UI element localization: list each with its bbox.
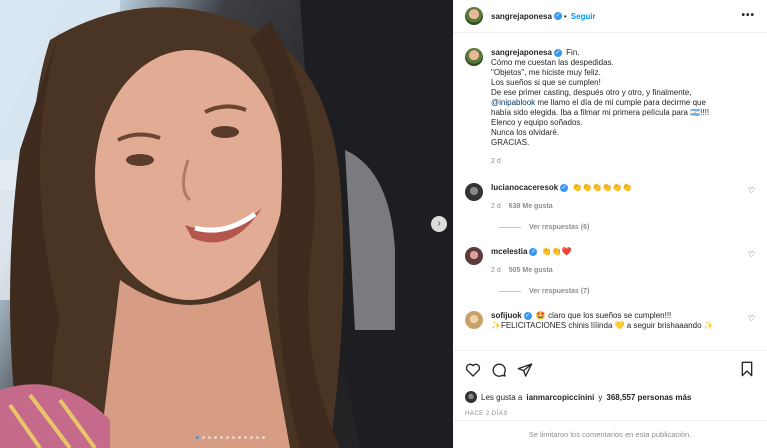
likes-user-link[interactable]: ianmarcopiccinini: [526, 393, 594, 402]
comments-closed-notice: Se limitaron los comentarios en esta pub…: [453, 420, 767, 448]
verified-icon: ✓: [553, 12, 562, 20]
bookmark-icon[interactable]: [739, 361, 755, 377]
carousel-dot: [232, 436, 235, 439]
carousel-dot: [256, 436, 259, 439]
view-replies-label: Ver respuestas (7): [529, 288, 590, 295]
carousel-dot: [202, 436, 205, 439]
replies-divider: [499, 291, 521, 292]
caption-line: "Objetos", me hiciste muy feliz.: [491, 68, 601, 77]
comment-username[interactable]: sofijuok: [491, 311, 522, 320]
post-timestamp[interactable]: HACE 2 DÍAS: [465, 411, 755, 417]
view-replies-button[interactable]: Ver respuestas (7): [499, 288, 755, 295]
comment-username[interactable]: mcelestia: [491, 247, 527, 256]
post-header: sangrejaponesa ✓ • Seguir •••: [453, 0, 767, 33]
caption-line: Los sueños si que se cumplen!: [491, 78, 601, 87]
comments-list[interactable]: sangrejaponesa ✓ Fin. Cómo me cuestan las…: [453, 34, 767, 350]
more-icon[interactable]: •••: [741, 10, 755, 21]
comment-text: 👏👏❤️: [541, 247, 572, 256]
carousel-dot: [226, 436, 229, 439]
view-replies-label: Ver respuestas (6): [529, 224, 590, 231]
caption-line: Elenco y equipo soñados.: [491, 118, 583, 127]
caption-line: me llamo el día de mi cumple para decirm…: [537, 98, 706, 107]
verified-icon: ✓: [553, 48, 562, 57]
replies-divider: [499, 227, 521, 228]
caption-time[interactable]: 2 d: [491, 157, 753, 167]
carousel-dot: [244, 436, 247, 439]
carousel-dot: [196, 436, 199, 439]
heart-icon[interactable]: [465, 362, 481, 378]
post-actions: Les gusta a ianmarcopiccinini y 368,557 …: [453, 350, 767, 417]
comment: sofijuok ✓ 🤩 claro que los sueños se cump…: [465, 311, 755, 331]
carousel-dot: [208, 436, 211, 439]
likes-connector: y: [598, 392, 603, 402]
carousel-dots: [196, 436, 265, 439]
verified-icon: ✓: [529, 247, 538, 256]
comment-likes[interactable]: 638 Me gusta: [509, 202, 553, 212]
caption: sangrejaponesa ✓ Fin. Cómo me cuestan las…: [465, 48, 755, 167]
caption-line: De ese primer casting, después otro y ot…: [491, 88, 692, 97]
heart-icon[interactable]: ♡: [748, 314, 755, 323]
heart-icon[interactable]: ♡: [748, 250, 755, 259]
view-replies-button[interactable]: Ver respuestas (6): [499, 224, 755, 231]
caption-username[interactable]: sangrejaponesa: [491, 48, 552, 57]
comment-time[interactable]: 2 d: [491, 266, 501, 276]
comment-username[interactable]: lucianocaceresok: [491, 183, 558, 192]
carousel-dot: [220, 436, 223, 439]
heart-icon[interactable]: ♡: [748, 186, 755, 195]
avatar: [465, 391, 477, 403]
comment-likes[interactable]: 505 Me gusta: [509, 266, 553, 276]
avatar[interactable]: [465, 7, 483, 25]
share-icon[interactable]: [517, 362, 533, 378]
verified-icon: ✓: [523, 311, 532, 320]
comment: lucianocaceresok ✓ 👏👏👏👏👏👏 2 d 638 Me gust…: [465, 183, 755, 212]
avatar[interactable]: [465, 183, 483, 201]
avatar[interactable]: [465, 311, 483, 329]
carousel-dot: [250, 436, 253, 439]
post-username[interactable]: sangrejaponesa: [491, 12, 552, 21]
likes-count-link[interactable]: 368,557 personas más: [606, 393, 691, 402]
post-panel: sangrejaponesa ✓ • Seguir ••• sangrejapo…: [453, 0, 767, 448]
likes-prefix: Les gusta a: [481, 392, 523, 402]
caption-line: había sido elegida. Iba a filmar mi prim…: [491, 108, 710, 117]
caption-mention-link[interactable]: @inipablook: [491, 98, 535, 107]
comment-text: 🤩 claro que los sueños se cumplen!!!: [535, 311, 672, 320]
avatar[interactable]: [465, 48, 483, 66]
caption-line: Nunca los olvidaré.: [491, 128, 560, 137]
next-arrow-icon[interactable]: ›: [431, 216, 447, 232]
caption-line: Fin.: [566, 48, 580, 57]
carousel-dot: [262, 436, 265, 439]
photo-illustration: [0, 0, 453, 448]
carousel-dot: [214, 436, 217, 439]
caption-line: Cómo me cuestan las despedidas.: [491, 58, 614, 67]
comment-text: 👏👏👏👏👏👏: [572, 183, 633, 192]
carousel-dot: [238, 436, 241, 439]
post-photo[interactable]: ›: [0, 0, 453, 448]
comment-icon[interactable]: [491, 362, 507, 378]
verified-icon: ✓: [560, 183, 569, 192]
comment-text: ✨FELICITACIONES chinis lííinda 💛 a segui…: [491, 321, 714, 330]
likes-summary[interactable]: Les gusta a ianmarcopiccinini y 368,557 …: [465, 391, 755, 403]
avatar[interactable]: [465, 247, 483, 265]
comment-time[interactable]: 2 d: [491, 202, 501, 212]
comment: mcelestia ✓ 👏👏❤️ 2 d 505 Me gusta ♡: [465, 247, 755, 276]
caption-line: GRACIAS.: [491, 138, 530, 147]
follow-button[interactable]: Seguir: [571, 12, 596, 21]
